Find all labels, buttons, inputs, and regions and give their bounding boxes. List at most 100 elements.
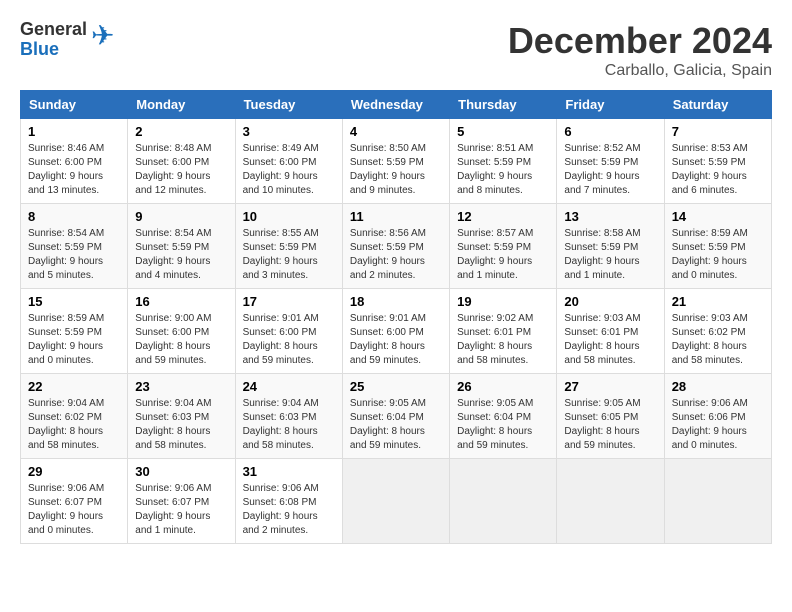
day-number: 27 xyxy=(564,379,656,394)
calendar-week-row: 29 Sunrise: 9:06 AM Sunset: 6:07 PM Dayl… xyxy=(21,459,772,544)
day-number: 24 xyxy=(243,379,335,394)
weekday-header-tuesday: Tuesday xyxy=(235,91,342,119)
day-number: 8 xyxy=(28,209,120,224)
calendar-cell: 31 Sunrise: 9:06 AM Sunset: 6:08 PM Dayl… xyxy=(235,459,342,544)
day-number: 29 xyxy=(28,464,120,479)
calendar-cell: 13 Sunrise: 8:58 AM Sunset: 5:59 PM Dayl… xyxy=(557,204,664,289)
calendar-cell: 24 Sunrise: 9:04 AM Sunset: 6:03 PM Dayl… xyxy=(235,374,342,459)
logo-bird-icon: ✈ xyxy=(91,19,114,52)
day-info: Sunrise: 9:04 AM Sunset: 6:03 PM Dayligh… xyxy=(135,397,227,453)
calendar-cell: 20 Sunrise: 9:03 AM Sunset: 6:01 PM Dayl… xyxy=(557,289,664,374)
day-number: 3 xyxy=(243,124,335,139)
day-info: Sunrise: 8:57 AM Sunset: 5:59 PM Dayligh… xyxy=(457,227,549,283)
day-info: Sunrise: 8:46 AM Sunset: 6:00 PM Dayligh… xyxy=(28,142,120,198)
calendar-week-row: 1 Sunrise: 8:46 AM Sunset: 6:00 PM Dayli… xyxy=(21,119,772,204)
day-info: Sunrise: 9:04 AM Sunset: 6:02 PM Dayligh… xyxy=(28,397,120,453)
weekday-header-thursday: Thursday xyxy=(450,91,557,119)
location-subtitle: Carballo, Galicia, Spain xyxy=(508,62,772,80)
day-number: 21 xyxy=(672,294,764,309)
day-number: 17 xyxy=(243,294,335,309)
calendar-cell: 21 Sunrise: 9:03 AM Sunset: 6:02 PM Dayl… xyxy=(664,289,771,374)
day-info: Sunrise: 9:04 AM Sunset: 6:03 PM Dayligh… xyxy=(243,397,335,453)
day-info: Sunrise: 8:49 AM Sunset: 6:00 PM Dayligh… xyxy=(243,142,335,198)
calendar-week-row: 8 Sunrise: 8:54 AM Sunset: 5:59 PM Dayli… xyxy=(21,204,772,289)
calendar-cell: 19 Sunrise: 9:02 AM Sunset: 6:01 PM Dayl… xyxy=(450,289,557,374)
calendar-cell: 16 Sunrise: 9:00 AM Sunset: 6:00 PM Dayl… xyxy=(128,289,235,374)
day-number: 20 xyxy=(564,294,656,309)
day-number: 30 xyxy=(135,464,227,479)
weekday-header-row: SundayMondayTuesdayWednesdayThursdayFrid… xyxy=(21,91,772,119)
logo-general: General xyxy=(20,20,87,40)
day-info: Sunrise: 8:53 AM Sunset: 5:59 PM Dayligh… xyxy=(672,142,764,198)
day-number: 25 xyxy=(350,379,442,394)
day-number: 22 xyxy=(28,379,120,394)
day-number: 9 xyxy=(135,209,227,224)
day-info: Sunrise: 8:52 AM Sunset: 5:59 PM Dayligh… xyxy=(564,142,656,198)
weekday-header-friday: Friday xyxy=(557,91,664,119)
day-info: Sunrise: 8:54 AM Sunset: 5:59 PM Dayligh… xyxy=(135,227,227,283)
weekday-header-monday: Monday xyxy=(128,91,235,119)
calendar-cell: 7 Sunrise: 8:53 AM Sunset: 5:59 PM Dayli… xyxy=(664,119,771,204)
day-info: Sunrise: 8:51 AM Sunset: 5:59 PM Dayligh… xyxy=(457,142,549,198)
calendar-cell: 6 Sunrise: 8:52 AM Sunset: 5:59 PM Dayli… xyxy=(557,119,664,204)
logo-blue: Blue xyxy=(20,40,87,60)
calendar-cell: 12 Sunrise: 8:57 AM Sunset: 5:59 PM Dayl… xyxy=(450,204,557,289)
day-number: 31 xyxy=(243,464,335,479)
day-info: Sunrise: 9:00 AM Sunset: 6:00 PM Dayligh… xyxy=(135,312,227,368)
day-info: Sunrise: 9:06 AM Sunset: 6:07 PM Dayligh… xyxy=(135,482,227,538)
page-header: General Blue ✈ December 2024 Carballo, G… xyxy=(20,20,772,80)
calendar-cell xyxy=(342,459,449,544)
calendar-cell: 30 Sunrise: 9:06 AM Sunset: 6:07 PM Dayl… xyxy=(128,459,235,544)
day-number: 6 xyxy=(564,124,656,139)
day-info: Sunrise: 9:02 AM Sunset: 6:01 PM Dayligh… xyxy=(457,312,549,368)
calendar-cell: 15 Sunrise: 8:59 AM Sunset: 5:59 PM Dayl… xyxy=(21,289,128,374)
calendar-cell: 8 Sunrise: 8:54 AM Sunset: 5:59 PM Dayli… xyxy=(21,204,128,289)
day-number: 15 xyxy=(28,294,120,309)
day-number: 16 xyxy=(135,294,227,309)
day-number: 1 xyxy=(28,124,120,139)
calendar-cell xyxy=(664,459,771,544)
calendar-cell: 3 Sunrise: 8:49 AM Sunset: 6:00 PM Dayli… xyxy=(235,119,342,204)
calendar-cell: 28 Sunrise: 9:06 AM Sunset: 6:06 PM Dayl… xyxy=(664,374,771,459)
day-info: Sunrise: 9:05 AM Sunset: 6:04 PM Dayligh… xyxy=(457,397,549,453)
day-info: Sunrise: 9:03 AM Sunset: 6:02 PM Dayligh… xyxy=(672,312,764,368)
calendar-cell: 1 Sunrise: 8:46 AM Sunset: 6:00 PM Dayli… xyxy=(21,119,128,204)
day-info: Sunrise: 9:03 AM Sunset: 6:01 PM Dayligh… xyxy=(564,312,656,368)
day-number: 28 xyxy=(672,379,764,394)
day-info: Sunrise: 9:01 AM Sunset: 6:00 PM Dayligh… xyxy=(350,312,442,368)
day-number: 23 xyxy=(135,379,227,394)
day-number: 18 xyxy=(350,294,442,309)
month-title: December 2024 xyxy=(508,20,772,62)
day-info: Sunrise: 9:01 AM Sunset: 6:00 PM Dayligh… xyxy=(243,312,335,368)
day-number: 14 xyxy=(672,209,764,224)
day-info: Sunrise: 8:50 AM Sunset: 5:59 PM Dayligh… xyxy=(350,142,442,198)
day-number: 13 xyxy=(564,209,656,224)
calendar-cell: 22 Sunrise: 9:04 AM Sunset: 6:02 PM Dayl… xyxy=(21,374,128,459)
calendar-cell: 29 Sunrise: 9:06 AM Sunset: 6:07 PM Dayl… xyxy=(21,459,128,544)
day-number: 4 xyxy=(350,124,442,139)
calendar-cell: 2 Sunrise: 8:48 AM Sunset: 6:00 PM Dayli… xyxy=(128,119,235,204)
day-info: Sunrise: 8:55 AM Sunset: 5:59 PM Dayligh… xyxy=(243,227,335,283)
calendar-table: SundayMondayTuesdayWednesdayThursdayFrid… xyxy=(20,90,772,544)
day-number: 7 xyxy=(672,124,764,139)
logo: General Blue ✈ xyxy=(20,20,115,60)
day-info: Sunrise: 8:59 AM Sunset: 5:59 PM Dayligh… xyxy=(672,227,764,283)
calendar-cell: 9 Sunrise: 8:54 AM Sunset: 5:59 PM Dayli… xyxy=(128,204,235,289)
calendar-cell: 26 Sunrise: 9:05 AM Sunset: 6:04 PM Dayl… xyxy=(450,374,557,459)
day-info: Sunrise: 8:58 AM Sunset: 5:59 PM Dayligh… xyxy=(564,227,656,283)
calendar-cell: 17 Sunrise: 9:01 AM Sunset: 6:00 PM Dayl… xyxy=(235,289,342,374)
day-number: 11 xyxy=(350,209,442,224)
day-number: 19 xyxy=(457,294,549,309)
day-info: Sunrise: 9:05 AM Sunset: 6:04 PM Dayligh… xyxy=(350,397,442,453)
calendar-cell: 5 Sunrise: 8:51 AM Sunset: 5:59 PM Dayli… xyxy=(450,119,557,204)
calendar-cell: 4 Sunrise: 8:50 AM Sunset: 5:59 PM Dayli… xyxy=(342,119,449,204)
weekday-header-wednesday: Wednesday xyxy=(342,91,449,119)
calendar-cell: 27 Sunrise: 9:05 AM Sunset: 6:05 PM Dayl… xyxy=(557,374,664,459)
calendar-cell: 11 Sunrise: 8:56 AM Sunset: 5:59 PM Dayl… xyxy=(342,204,449,289)
day-info: Sunrise: 9:06 AM Sunset: 6:07 PM Dayligh… xyxy=(28,482,120,538)
calendar-cell: 18 Sunrise: 9:01 AM Sunset: 6:00 PM Dayl… xyxy=(342,289,449,374)
calendar-week-row: 22 Sunrise: 9:04 AM Sunset: 6:02 PM Dayl… xyxy=(21,374,772,459)
calendar-cell: 10 Sunrise: 8:55 AM Sunset: 5:59 PM Dayl… xyxy=(235,204,342,289)
calendar-week-row: 15 Sunrise: 8:59 AM Sunset: 5:59 PM Dayl… xyxy=(21,289,772,374)
weekday-header-saturday: Saturday xyxy=(664,91,771,119)
